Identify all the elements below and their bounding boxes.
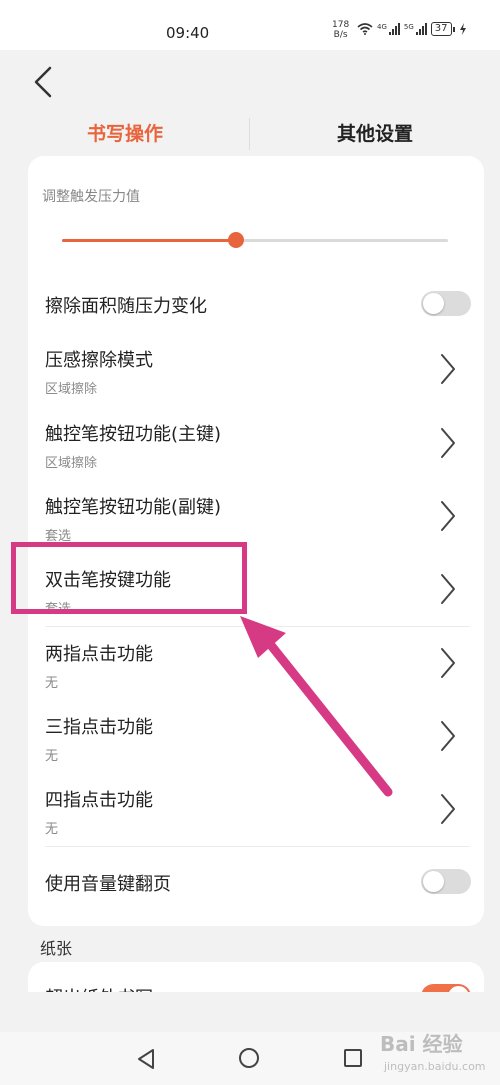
signal-4g-icon: 4G — [377, 23, 400, 35]
pressure-slider-fill — [62, 239, 236, 242]
volume-key-page-toggle[interactable] — [421, 869, 471, 894]
tab-bar: 书写操作 其他设置 — [0, 112, 500, 156]
signal-5g-icon: 5G — [404, 23, 427, 35]
watermark-url: jingyan.baidu.com — [384, 1060, 486, 1073]
two-finger-tap-label: 两指点击功能 — [45, 644, 153, 665]
pressure-erase-row[interactable]: 压感擦除模式 区域擦除 — [28, 338, 484, 400]
highlight-box — [11, 542, 247, 614]
chevron-right-icon — [441, 721, 455, 751]
chevron-right-icon — [441, 354, 455, 384]
erase-area-toggle[interactable] — [421, 291, 471, 316]
paper-section-title: 纸张 — [40, 939, 73, 958]
pressure-erase-value: 区域擦除 — [45, 382, 98, 397]
pressure-slider-thumb[interactable] — [227, 232, 244, 248]
pen-primary-button-value: 区域擦除 — [45, 456, 98, 471]
tab-writing-operations[interactable]: 书写操作 — [30, 112, 220, 156]
tab-other-settings[interactable]: 其他设置 — [250, 112, 500, 156]
four-finger-tap-value: 无 — [45, 822, 59, 837]
pressure-erase-label: 压感擦除模式 — [45, 350, 153, 371]
nav-home-icon[interactable] — [239, 1048, 259, 1068]
paper-first-item-label: 超出纸外书写 — [45, 984, 153, 992]
pen-secondary-button-row[interactable]: 触控笔按钮功能(副键) 套选 — [28, 485, 484, 547]
pen-primary-button-row[interactable]: 触控笔按钮功能(主键) 区域擦除 — [28, 412, 484, 474]
nav-recent-apps-icon[interactable] — [344, 1049, 362, 1067]
writing-settings-card: 调整触发压力值 擦除面积随压力变化 压感擦除模式 区域擦除 触控笔按钮功能(主键… — [28, 156, 484, 926]
section-divider — [45, 846, 470, 847]
volume-key-page-label: 使用音量键翻页 — [45, 874, 171, 895]
chevron-right-icon — [441, 428, 455, 458]
section-divider — [45, 626, 470, 627]
status-bar: 09:40 178 B/s 4G 5G 37 — [0, 0, 500, 50]
two-finger-tap-row[interactable]: 两指点击功能 无 — [28, 632, 484, 694]
two-finger-tap-value: 无 — [45, 676, 59, 691]
status-time: 09:40 — [166, 24, 210, 42]
chevron-right-icon — [441, 501, 455, 531]
chevron-right-icon — [441, 648, 455, 678]
watermark-logo: Bai 经验 — [380, 1032, 463, 1056]
volume-key-page-row[interactable]: 使用音量键翻页 — [28, 862, 484, 902]
chevron-right-icon — [441, 794, 455, 824]
wifi-icon — [357, 23, 373, 35]
status-icons: 4G 5G 37 — [357, 22, 467, 36]
battery-icon: 37 — [430, 22, 455, 36]
four-finger-tap-label: 四指点击功能 — [45, 790, 153, 811]
paper-settings-card: 超出纸外书写 — [28, 962, 484, 992]
nav-back-icon[interactable] — [136, 1048, 156, 1070]
pressure-label: 调整触发压力值 — [42, 189, 140, 205]
three-finger-tap-value: 无 — [45, 749, 59, 764]
four-finger-tap-row[interactable]: 四指点击功能 无 — [28, 778, 484, 840]
back-arrow-icon[interactable] — [28, 62, 58, 102]
three-finger-tap-row[interactable]: 三指点击功能 无 — [28, 705, 484, 767]
pressure-slider[interactable] — [62, 232, 448, 248]
pen-primary-button-label: 触控笔按钮功能(主键) — [45, 424, 222, 445]
pen-secondary-button-label: 触控笔按钮功能(副键) — [45, 497, 222, 518]
network-speed: 178 B/s — [332, 20, 350, 40]
erase-area-label: 擦除面积随压力变化 — [45, 296, 207, 317]
paper-first-item-toggle[interactable] — [421, 984, 471, 992]
three-finger-tap-label: 三指点击功能 — [45, 717, 153, 738]
charging-icon — [459, 23, 466, 35]
erase-area-row[interactable]: 擦除面积随压力变化 — [28, 284, 484, 324]
chevron-right-icon — [441, 574, 455, 604]
